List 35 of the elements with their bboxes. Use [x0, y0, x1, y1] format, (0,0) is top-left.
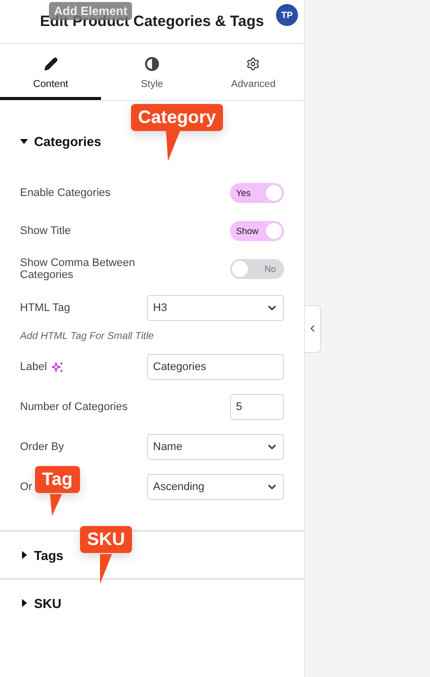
callout: SKU [80, 526, 132, 553]
toggle-switch[interactable]: Show [230, 221, 284, 241]
field-label: Enable Categories [20, 187, 111, 199]
field-label: Number of Categories [20, 401, 128, 413]
tab[interactable]: Content [0, 44, 102, 100]
hint-text: Add HTML Tag For Small Title [20, 331, 155, 342]
field-label: Order By [20, 441, 64, 453]
select-field[interactable]: Ascending [147, 474, 284, 500]
number-field[interactable]: 5 [230, 394, 284, 420]
tooltip: Add Element [49, 2, 132, 20]
field-label: Show Comma Between Categories [20, 257, 136, 281]
pencil-icon [44, 57, 58, 71]
caret-icon [20, 551, 28, 559]
select-field[interactable]: H3 [147, 295, 284, 321]
callout: Tag [35, 466, 80, 493]
callout-pointer [166, 131, 180, 161]
collapse-handle[interactable] [305, 304, 321, 352]
user-avatar[interactable]: TP [276, 4, 298, 26]
select-field[interactable]: Name [147, 434, 284, 460]
field-label: Show Title [20, 225, 71, 237]
field-label: Label [20, 361, 63, 373]
tab[interactable]: Advanced [202, 44, 304, 100]
toggle-switch[interactable]: Yes [230, 183, 284, 203]
field-label: Or [20, 481, 32, 493]
callout-pointer [50, 494, 62, 516]
callout-pointer [100, 554, 112, 584]
caret-icon [20, 599, 28, 607]
section-header[interactable]: SKU [0, 580, 304, 626]
text-field[interactable]: Categories [147, 354, 284, 380]
caret-icon [20, 137, 28, 145]
tab[interactable]: Style [101, 44, 203, 100]
field-label: HTML Tag [20, 302, 70, 314]
settings-icon [246, 57, 260, 71]
sparkle-icon[interactable] [52, 362, 63, 372]
contrast-icon [144, 57, 159, 71]
